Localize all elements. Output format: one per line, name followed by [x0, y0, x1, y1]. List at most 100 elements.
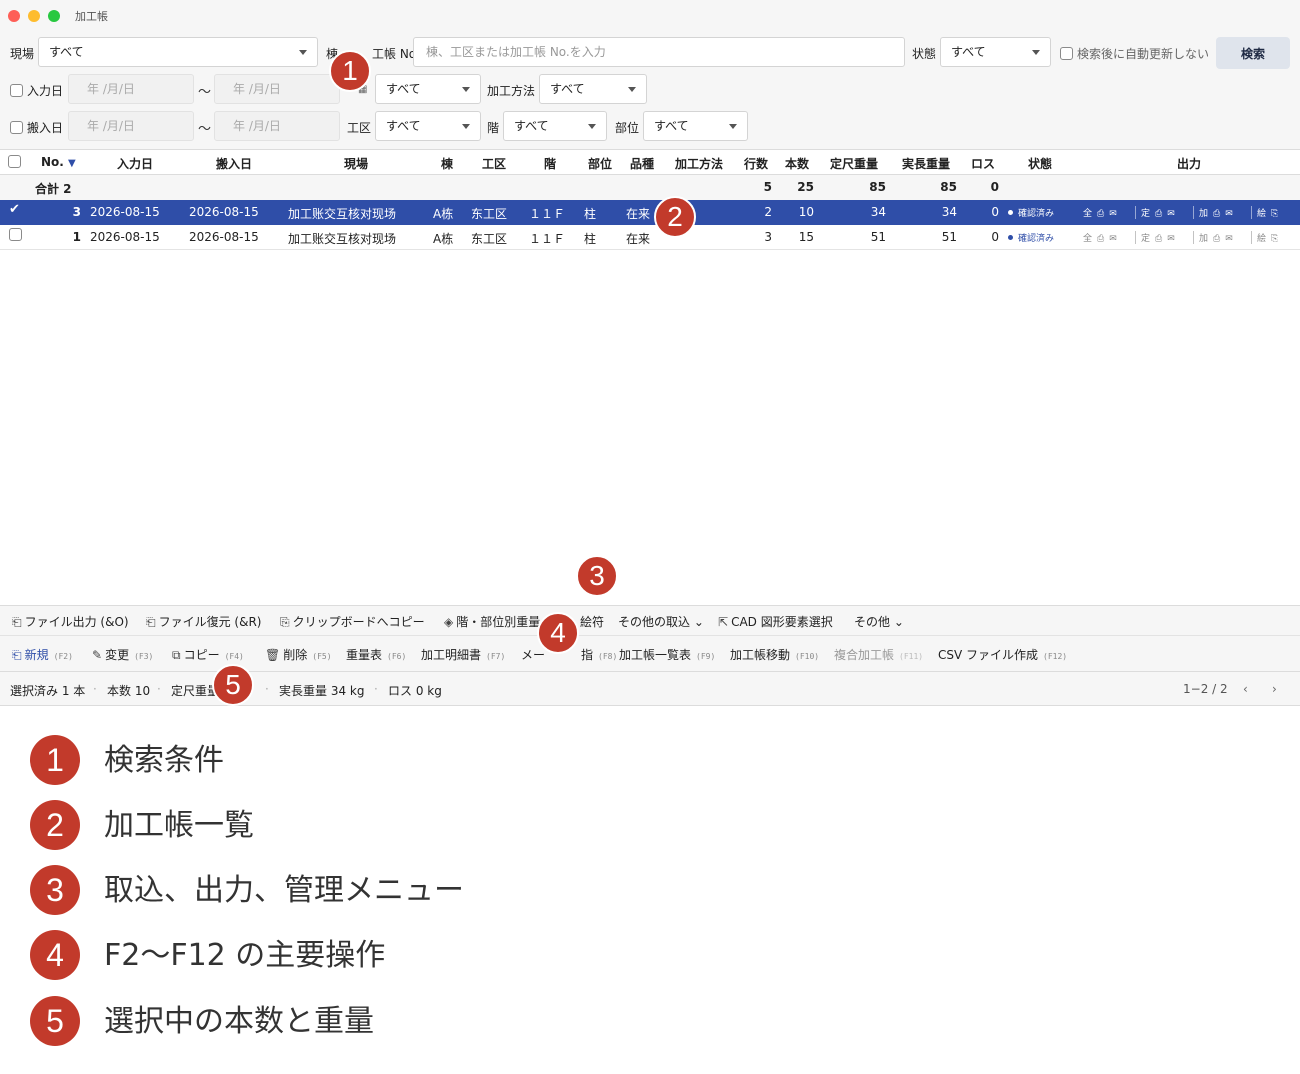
action-menu-bar: ⎗ ファイル出力 (&O) ⎗ ファイル復元 (&R) ⎘ クリップボードへコピー ◈… — [0, 605, 1300, 635]
delivery-date-to[interactable]: 年 /月/日 — [214, 111, 340, 141]
floor-weight-menu[interactable]: ◈ 階・部位別重量 — [444, 613, 540, 630]
delivery-date-from[interactable]: 年 /月/日 — [68, 111, 194, 141]
table-row[interactable]: ✔ 3 2026-08-15 2026-08-15 加工账交互核对现场 A栋 东… — [0, 200, 1300, 225]
new-file-icon: ⎗ — [12, 648, 22, 662]
delivery-date-checkbox[interactable] — [10, 121, 23, 134]
part-select[interactable]: すべて — [643, 111, 748, 141]
state-select[interactable]: すべて — [940, 37, 1051, 67]
col-building[interactable]: 棟 — [441, 155, 453, 172]
output-process-group[interactable]: 加 ⎙ ✉ — [1199, 206, 1238, 219]
search-input[interactable]: 棟、工区または加工帳 No.を入力 — [413, 37, 905, 67]
row-checkbox-checked[interactable]: ✔ — [9, 202, 20, 217]
other-menu[interactable]: その他 ⌄ — [854, 613, 904, 630]
col-input-date[interactable]: 入力日 — [117, 155, 153, 172]
col-site[interactable]: 現場 — [344, 155, 368, 172]
output-drawing-group[interactable]: 絵 ⎘ — [1257, 231, 1283, 244]
ledger-move-button[interactable]: 加工帳移動 (F10) — [730, 646, 819, 663]
file-restore-menu[interactable]: ⎗ ファイル復元 (&R) — [146, 613, 261, 630]
col-part[interactable]: 部位 — [588, 155, 612, 172]
chevron-down-icon — [462, 124, 470, 129]
col-zone[interactable]: 工区 — [482, 155, 506, 172]
weight-table-button[interactable]: 重量表 (F6) — [346, 646, 406, 663]
auto-refresh-label: 検索後に自動更新しない — [1077, 47, 1210, 61]
row-actual-weight: 34 — [941, 205, 957, 219]
legend-text: 加工帳一覧 — [104, 808, 254, 843]
input-date-to[interactable]: 年 /月/日 — [214, 74, 340, 104]
site-label: 現場 — [10, 47, 35, 61]
chevron-down-icon — [628, 87, 636, 92]
callout-badge: 2 — [654, 196, 696, 238]
auto-refresh-checkbox[interactable] — [1060, 47, 1073, 60]
col-count[interactable]: 本数 — [785, 155, 809, 172]
mail-icon: ✉ — [1225, 234, 1233, 244]
total-fixed-weight: 85 — [869, 180, 886, 194]
method-select[interactable]: すべて — [539, 74, 647, 104]
output-all-group[interactable]: 全 ⎙ ✉ — [1083, 206, 1122, 219]
output-all-group[interactable]: 全 ⎙ ✉ — [1083, 231, 1122, 244]
input-date-checkbox[interactable] — [10, 84, 23, 97]
select-all-checkbox[interactable] — [8, 155, 21, 168]
output-drawing-group[interactable]: 絵 ⎘ — [1257, 206, 1283, 219]
row-part: 柱 — [584, 232, 597, 246]
clipboard-icon: ⎘ — [280, 615, 290, 629]
col-actual-weight[interactable]: 実長重量 — [902, 155, 950, 172]
prev-page-icon[interactable]: ‹ — [1243, 682, 1248, 696]
process-detail-button[interactable]: 加工明細書 (F7) — [421, 646, 505, 663]
col-floor[interactable]: 階 — [544, 155, 556, 172]
search-button[interactable]: 検索 — [1216, 37, 1290, 69]
chevron-down-icon: ⌄ — [893, 615, 904, 629]
csv-create-button[interactable]: CSV ファイル作成 (F12) — [938, 646, 1067, 663]
legend-badge: 4 — [30, 930, 80, 980]
col-lines[interactable]: 行数 — [744, 155, 768, 172]
col-fixed-weight[interactable]: 定尺重量 — [830, 155, 878, 172]
part-label: 部位 — [615, 121, 640, 135]
table-row[interactable]: 1 2026-08-15 2026-08-15 加工账交互核对现场 A栋 东工区… — [0, 225, 1300, 250]
chevron-down-icon — [729, 124, 737, 129]
delete-button[interactable]: 🗑 削除 (F5) — [265, 646, 332, 663]
row-checkbox[interactable] — [9, 228, 22, 241]
output-process-group[interactable]: 加 ⎙ ✉ — [1199, 231, 1238, 244]
output-fixed-group[interactable]: 定 ⎙ ✉ — [1141, 231, 1180, 244]
zone-select[interactable]: すべて — [375, 111, 481, 141]
change-button[interactable]: ✎ 変更 (F3) — [92, 646, 153, 663]
print-icon: ⎙ — [1097, 234, 1105, 244]
drawing-tag-menu[interactable]: 絵符 — [580, 613, 604, 630]
row-lines: 2 — [764, 205, 772, 219]
other-import-menu[interactable]: その他の取込 ⌄ — [618, 613, 704, 630]
row-no: 3 — [72, 205, 81, 219]
next-page-icon[interactable]: › — [1272, 682, 1277, 696]
close-window-button[interactable] — [8, 10, 20, 22]
site-select[interactable]: すべて — [38, 37, 318, 67]
input-date-from[interactable]: 年 /月/日 — [68, 74, 194, 104]
row-count: 10 — [798, 205, 814, 219]
zoom-window-button[interactable] — [48, 10, 60, 22]
copy-button[interactable]: ⧉ コピー (F4) — [172, 646, 244, 663]
level-select[interactable]: すべて — [503, 111, 607, 141]
composite-ledger-button[interactable]: 複合加工帳 (F11) — [834, 646, 923, 663]
col-no[interactable]: No. ▼ — [41, 155, 76, 169]
floor-select[interactable]: すべて — [375, 74, 481, 104]
ledger-list-button[interactable]: 加工帳一覧表 (F9) — [619, 646, 715, 663]
selected-count: 選択済み 1 本 — [10, 684, 86, 698]
col-loss[interactable]: ロス — [971, 155, 995, 172]
file-output-menu[interactable]: ⎗ ファイル出力 (&O) — [12, 613, 129, 630]
total-actual-weight: 85 — [940, 180, 957, 194]
row-part: 柱 — [584, 207, 597, 221]
row-delivery-date: 2026-08-15 — [189, 205, 259, 219]
output-fixed-group[interactable]: 定 ⎙ ✉ — [1141, 206, 1180, 219]
layers-icon: ◈ — [444, 615, 454, 629]
clipboard-copy-menu[interactable]: ⎘ クリップボードへコピー — [280, 613, 425, 630]
row-no: 1 — [72, 230, 81, 244]
trash-icon: 🗑 — [265, 648, 281, 662]
col-state[interactable]: 状態 — [1028, 155, 1052, 172]
cad-select-menu[interactable]: ⇱ CAD 図形要素選択 — [718, 613, 833, 630]
print-icon: ⎙ — [1155, 209, 1163, 219]
col-delivery-date[interactable]: 搬入日 — [216, 155, 252, 172]
file-export-icon: ⎗ — [12, 615, 22, 629]
col-method[interactable]: 加工方法 — [675, 155, 723, 172]
col-item[interactable]: 品種 — [630, 155, 654, 172]
range-tilde: 〜 — [198, 85, 212, 100]
chevron-down-icon — [1032, 50, 1040, 55]
new-button[interactable]: ⎗ 新規 (F2) — [12, 646, 73, 663]
minimize-window-button[interactable] — [28, 10, 40, 22]
